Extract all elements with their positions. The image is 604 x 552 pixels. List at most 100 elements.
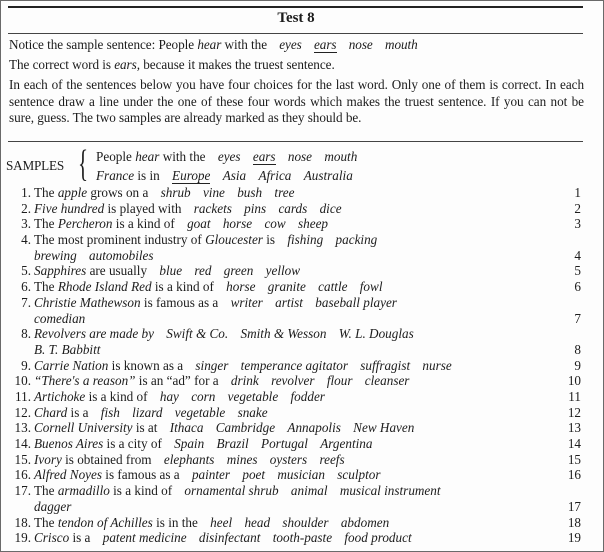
answer-choice[interactable]: pins [244,201,266,216]
answer-choice[interactable]: Smith & Wesson [241,326,327,341]
choice[interactable]: mouth [324,149,357,164]
answer-choice[interactable]: New Haven [353,420,414,435]
choice[interactable]: mouth [385,37,418,52]
answer-choice[interactable]: W. L. Douglas [339,326,414,341]
answer-choice[interactable]: yellow [266,263,300,278]
answer-choice[interactable]: rackets [194,201,232,216]
answer-choice[interactable]: heel [210,515,232,530]
answer-choice[interactable]: Portugal [261,436,308,451]
answer-choice[interactable]: green [224,263,254,278]
choice[interactable]: eyes [279,37,302,52]
answer-choice[interactable]: bush [237,185,262,200]
answer-choice[interactable]: Annapolis [287,420,340,435]
answer-choice[interactable]: temperance agitator [241,358,348,373]
answer-choice[interactable]: elephants [164,452,215,467]
answer-choice[interactable]: tree [274,185,294,200]
question-prefix: The [34,514,58,530]
answer-choice[interactable]: blue [159,263,182,278]
answer-choice[interactable]: Spain [174,436,204,451]
answer-choice[interactable]: flour [327,373,353,388]
answer-choice[interactable]: disinfectant [199,530,261,545]
answer-choice[interactable]: baseball player [315,295,397,310]
answer-choice[interactable]: cattle [318,279,347,294]
answer-choice[interactable]: nurse [422,358,451,373]
question-suffix: is a kind of [109,483,173,499]
answer-choice[interactable]: animal [291,483,328,498]
answer-choice[interactable]: writer [231,295,263,310]
answer-choice[interactable]: ornamental shrub [184,483,278,498]
section-rule [8,141,583,143]
answer-choice[interactable]: sculptor [337,467,380,482]
answer-choice[interactable]: Swift & Co. [166,326,228,341]
answer-line-number: 1 [574,185,581,200]
choice[interactable]: nose [288,149,312,164]
answer-choice[interactable]: sheep [298,216,328,231]
answer-choice[interactable]: abdomen [341,515,389,530]
answer-choice[interactable]: artist [275,295,303,310]
question-suffix: is [262,232,276,248]
question-row: 17. The armadillo is a kind of ornamental… [1,483,591,514]
answer-choice[interactable]: mines [227,452,258,467]
answer-choice[interactable]: cleanser [365,373,410,388]
choice[interactable]: Asia [223,168,246,183]
answer-choice[interactable]: head [244,515,270,530]
answer-choice[interactable]: reefs [319,452,344,467]
answer-choice[interactable]: vegetable [175,405,226,420]
answer-choice[interactable]: vegetable [228,389,279,404]
answer-choice[interactable]: horse [223,216,252,231]
answer-choice[interactable]: drink [231,373,259,388]
answer-choice[interactable]: musician [277,467,325,482]
answer-choice[interactable]: brewing [34,248,77,263]
choice-underlined[interactable]: ears [252,149,276,165]
answer-choice[interactable]: Ithaca [170,420,204,435]
answer-choice[interactable]: cow [264,216,285,231]
answer-choice[interactable]: revolver [271,373,314,388]
answer-choice[interactable]: red [194,263,211,278]
answer-choice[interactable]: horse [226,279,255,294]
answer-choice[interactable]: food product [344,530,411,545]
choice[interactable]: Africa [258,168,291,183]
answer-choice[interactable]: fodder [291,389,325,404]
answer-choice[interactable]: suffragist [360,358,410,373]
answer-choice[interactable]: painter [192,467,230,482]
answer-choice[interactable]: cards [278,201,307,216]
answer-choice[interactable]: fowl [360,279,383,294]
answer-choice[interactable]: granite [268,279,306,294]
answer-line-number: 3 [574,216,581,232]
answer-choice[interactable]: corn [191,389,215,404]
answer-choice[interactable]: comedian [34,311,85,326]
question-number: 5. [21,263,31,279]
answer-choice[interactable]: Brazil [216,436,248,451]
answer-choice[interactable]: B. T. Babbitt [34,342,100,357]
choice[interactable]: eyes [218,149,241,164]
answer-choice[interactable]: patent medicine [103,530,187,545]
answer-choice[interactable]: musical instrument [340,483,441,498]
answer-choice[interactable]: packing [336,232,378,247]
question-suffix: is a kind of [85,388,148,404]
brace-icon: { [78,143,89,185]
question-text: Revolvers are made by Swift & Co. Smith … [34,326,414,342]
answer-choice[interactable]: dice [320,201,342,216]
choice[interactable]: Australia [304,168,353,183]
answer-choice[interactable]: tooth-paste [273,530,332,545]
answer-choice[interactable]: lizard [132,405,162,420]
answer-choice[interactable]: fish [101,405,120,420]
answer-choice[interactable]: singer [195,358,228,373]
answer-choice[interactable]: oysters [270,452,307,467]
answer-choice[interactable]: poet [242,467,265,482]
choice-underlined[interactable]: ears [314,37,337,53]
answer-choice[interactable]: fishing [287,232,323,247]
answer-choice[interactable]: hay [160,389,179,404]
answer-choice[interactable]: goat [187,216,210,231]
answer-choice[interactable]: Cambridge [216,420,275,435]
question-row: 1. The apple grows on a shrub vine bush t… [1,185,591,201]
answer-choice[interactable]: dagger [34,499,71,514]
answer-choice[interactable]: snake [238,405,268,420]
answer-choice[interactable]: shoulder [282,515,328,530]
choice-underlined[interactable]: Europe [172,168,211,184]
answer-choice[interactable]: shrub [161,185,191,200]
choice[interactable]: nose [349,37,373,52]
answer-choice[interactable]: Argentina [320,436,372,451]
answer-choice[interactable]: automobiles [89,248,153,263]
answer-choice[interactable]: vine [203,185,225,200]
